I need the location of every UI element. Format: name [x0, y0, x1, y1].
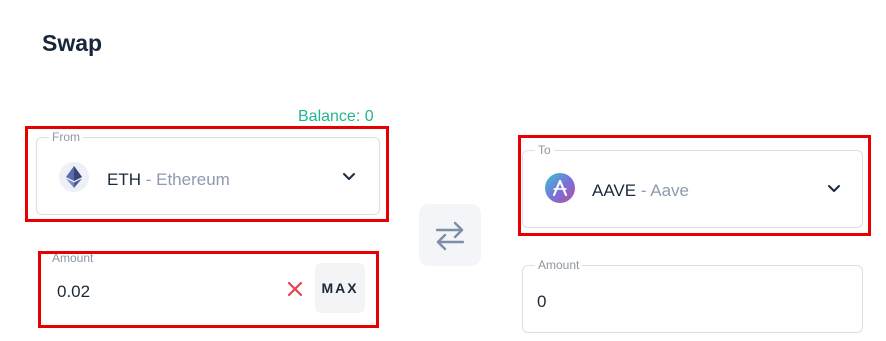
to-highlight: [518, 135, 871, 236]
from-highlight: [25, 126, 389, 222]
swap-arrows-icon: [435, 221, 465, 251]
page-title: Swap: [42, 30, 103, 56]
balance-text: Balance: 0: [298, 108, 374, 125]
swap-direction-button[interactable]: [419, 204, 481, 266]
amount-output-field[interactable]: Amount 0: [522, 258, 863, 333]
amount-out-label: Amount: [535, 258, 583, 272]
amount-highlight: [38, 251, 379, 328]
amount-output-value: 0: [537, 292, 547, 311]
